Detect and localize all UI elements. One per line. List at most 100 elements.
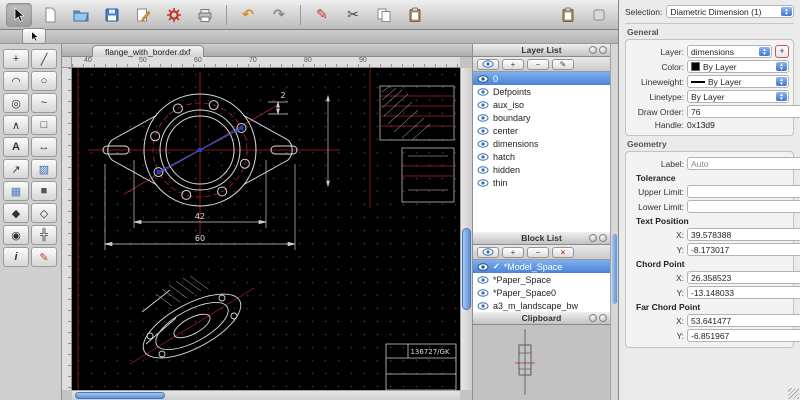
box-3d-tool-button[interactable]: ◇	[31, 203, 57, 223]
delete-block-button[interactable]: ×	[552, 246, 574, 258]
resize-grip[interactable]	[788, 388, 799, 399]
eye-icon[interactable]	[477, 100, 489, 109]
panels-scroll-thumb[interactable]	[612, 234, 617, 304]
eye-icon[interactable]	[477, 288, 489, 297]
drawing-canvas[interactable]: 42 60 2 136727/GK	[72, 68, 460, 390]
edit-layer-button[interactable]: ✎	[552, 58, 574, 70]
toggle-layer-visibility-button[interactable]	[477, 58, 499, 70]
linetype-dropdown[interactable]: By Layer ▲ ▼	[687, 90, 789, 103]
overflow-tool-button[interactable]	[586, 3, 612, 27]
block-tool-button[interactable]: ◆	[3, 203, 29, 223]
edit-drawing-preferences-button[interactable]	[130, 3, 156, 27]
modify-tool-button[interactable]: ✎	[31, 247, 57, 267]
block-row[interactable]: *Paper_Space0	[473, 286, 610, 299]
layer-dropdown[interactable]: dimensions ▲ ▼	[687, 45, 772, 58]
eye-icon[interactable]	[477, 74, 489, 83]
panel-detach-button[interactable]	[589, 46, 597, 54]
block-row[interactable]: a3_m_landscape_bw	[473, 299, 610, 312]
panel-close-button[interactable]	[599, 314, 607, 322]
horizontal-scroll-thumb[interactable]	[75, 392, 165, 399]
panel-detach-button[interactable]	[589, 234, 597, 242]
label-field[interactable]	[687, 157, 800, 170]
chord-point-x-field[interactable]	[687, 271, 800, 284]
application-preferences-button[interactable]	[161, 3, 187, 27]
image-tool-button[interactable]: ▦	[3, 181, 29, 201]
layer-row[interactable]: thin	[473, 176, 610, 189]
point-tool-button[interactable]: +	[3, 49, 29, 69]
add-layer-quick-button[interactable]: +	[775, 45, 789, 58]
clipboard-tool-button[interactable]	[555, 3, 581, 27]
layer-row[interactable]: aux_iso	[473, 98, 610, 111]
selection-dropdown[interactable]: Diametric Dimension (1) ▲ ▼	[666, 5, 794, 18]
leader-tool-button[interactable]: ↗	[3, 159, 29, 179]
vertical-scroll-thumb[interactable]	[462, 228, 471, 310]
hatch-tool-button[interactable]: ▨	[31, 159, 57, 179]
eye-icon[interactable]	[477, 113, 489, 122]
polyline-tool-button[interactable]: ∧	[3, 115, 29, 135]
ellipse-tool-button[interactable]: ◎	[3, 93, 29, 113]
text-position-x-field[interactable]	[687, 228, 800, 241]
eye-icon[interactable]	[477, 165, 489, 174]
text-position-y-field[interactable]	[687, 243, 800, 256]
lineweight-dropdown[interactable]: By Layer ▲ ▼	[687, 75, 789, 88]
remove-block-button[interactable]: −	[527, 246, 549, 258]
canvas-horizontal-scrollbar[interactable]	[72, 390, 460, 400]
draw-pen-button[interactable]: ✎	[309, 3, 335, 27]
panel-close-button[interactable]	[599, 46, 607, 54]
add-layer-button[interactable]: +	[502, 58, 524, 70]
save-file-button[interactable]	[99, 3, 125, 27]
panels-scrollbar[interactable]	[610, 44, 618, 400]
pointer-tool-button[interactable]	[6, 2, 32, 27]
eye-icon[interactable]	[477, 126, 489, 135]
panel-close-button[interactable]	[599, 234, 607, 242]
layer-row[interactable]: hatch	[473, 150, 610, 163]
color-dropdown[interactable]: By Layer ▲ ▼	[687, 60, 789, 73]
arc-tool-button[interactable]: ◠	[3, 71, 29, 91]
eye-icon[interactable]	[477, 178, 489, 187]
eye-icon[interactable]	[477, 301, 489, 310]
canvas-vertical-scrollbar[interactable]	[460, 68, 472, 390]
eye-icon[interactable]	[477, 275, 489, 284]
block-row[interactable]: *Paper_Space	[473, 273, 610, 286]
eye-icon[interactable]	[477, 152, 489, 161]
solid-fill-tool-button[interactable]: ■	[31, 181, 57, 201]
circle-tool-button[interactable]: ○	[31, 71, 57, 91]
block-row[interactable]: ✓ *Model_Space	[473, 260, 610, 273]
layer-row[interactable]: Defpoints	[473, 85, 610, 98]
zoom-tool-button[interactable]: ◉	[3, 225, 29, 245]
paste-button[interactable]	[402, 3, 428, 27]
draw-order-field[interactable]	[687, 105, 800, 118]
current-pointer-tool-button[interactable]	[22, 28, 46, 44]
layer-row[interactable]: dimensions	[473, 137, 610, 150]
dimension-tool-button[interactable]: ↔	[31, 137, 57, 157]
layer-row[interactable]: boundary	[473, 111, 610, 124]
spline-tool-button[interactable]: ~	[31, 93, 57, 113]
open-file-button[interactable]	[68, 3, 94, 27]
new-document-button[interactable]	[37, 3, 63, 27]
panel-detach-button[interactable]	[589, 314, 597, 322]
lower-limit-field[interactable]	[687, 200, 800, 213]
add-block-button[interactable]: +	[502, 246, 524, 258]
line-tool-button[interactable]: ╱	[31, 49, 57, 69]
rectangle-tool-button[interactable]: □	[31, 115, 57, 135]
far-chord-point-y-field[interactable]	[687, 329, 800, 342]
layer-row[interactable]: 0	[473, 72, 610, 85]
eye-icon[interactable]	[477, 87, 489, 96]
undo-button[interactable]: ↶	[235, 3, 261, 27]
layer-row[interactable]: hidden	[473, 163, 610, 176]
pan-tool-button[interactable]: ╬	[31, 225, 57, 245]
print-button[interactable]	[192, 3, 218, 27]
eye-icon[interactable]	[477, 139, 489, 148]
eye-icon[interactable]	[477, 262, 489, 271]
chord-point-y-field[interactable]	[687, 286, 800, 299]
remove-layer-button[interactable]: −	[527, 58, 549, 70]
layer-row[interactable]: center	[473, 124, 610, 137]
text-tool-button[interactable]: A	[3, 137, 29, 157]
cut-button[interactable]: ✂	[340, 3, 366, 27]
far-chord-point-x-field[interactable]	[687, 314, 800, 327]
info-tool-button[interactable]: i	[3, 247, 29, 267]
upper-limit-field[interactable]	[687, 185, 800, 198]
document-tab[interactable]: flange_with_border.dxf	[92, 45, 204, 57]
redo-button[interactable]: ↷	[266, 3, 292, 27]
toggle-block-visibility-button[interactable]	[477, 246, 499, 258]
